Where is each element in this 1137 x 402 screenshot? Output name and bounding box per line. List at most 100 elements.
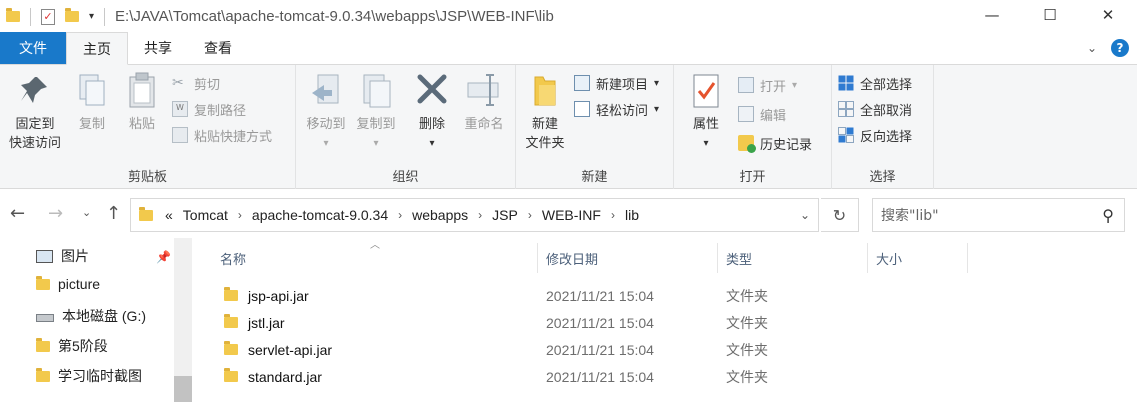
select-none-button[interactable]: 全部取消 bbox=[838, 98, 912, 120]
copy-to-button[interactable]: 复制到 ▾ bbox=[352, 71, 400, 153]
chevron-right-icon[interactable]: › bbox=[398, 208, 402, 222]
breadcrumb-webapps[interactable]: webapps bbox=[412, 207, 468, 223]
tab-home[interactable]: 主页 bbox=[66, 32, 128, 65]
file-name: jsp-api.jar bbox=[248, 287, 309, 304]
chevron-down-icon: ▾ bbox=[654, 77, 660, 89]
column-date[interactable]: 修改日期 bbox=[538, 243, 718, 273]
invert-selection-button[interactable]: 反向选择 bbox=[838, 124, 912, 146]
delete-button[interactable]: 删除 ▾ bbox=[410, 71, 454, 153]
folder-icon bbox=[224, 287, 238, 301]
chevron-right-icon[interactable]: › bbox=[611, 208, 615, 222]
open-group: 属性 ▾ 打开 ▾ 编辑 历史记录 打开 bbox=[674, 65, 832, 189]
column-name[interactable]: 名称 bbox=[212, 243, 538, 273]
navigation-row: ← → ⌄ ↑ « Tomcat › apache-tomcat-9.0.34 … bbox=[0, 195, 1137, 235]
select-group: 全部选择 全部取消 反向选择 选择 bbox=[832, 65, 934, 189]
divider bbox=[30, 7, 31, 26]
pin-to-quick-access-button[interactable]: 固定到 快速访问 bbox=[4, 71, 66, 153]
new-folder-quick-icon[interactable] bbox=[65, 8, 79, 22]
easy-access-icon bbox=[574, 101, 590, 117]
nav-item-screenshots[interactable]: 学习临时截图 bbox=[36, 366, 142, 386]
file-row[interactable]: servlet-api.jar 2021/11/21 15:04 文件夹 bbox=[212, 336, 972, 363]
new-group: 新建 文件夹 新建项目 ▾ 轻松访问 ▾ 新建 bbox=[516, 65, 674, 189]
nav-item-picture[interactable]: picture bbox=[36, 275, 100, 292]
chevron-right-icon[interactable]: › bbox=[238, 208, 242, 222]
chevron-down-icon: ▾ bbox=[323, 138, 329, 149]
move-to-button[interactable]: 移动到 ▾ bbox=[302, 71, 350, 153]
copy-icon bbox=[74, 71, 110, 111]
copy-button[interactable]: 复制 bbox=[72, 71, 112, 134]
breadcrumb-web-inf[interactable]: WEB-INF bbox=[542, 207, 601, 223]
new-item-button[interactable]: 新建项目 ▾ bbox=[574, 72, 659, 94]
properties-quick-icon[interactable]: ✓ bbox=[41, 8, 55, 25]
forward-arrow-icon[interactable]: → bbox=[48, 203, 63, 224]
minimize-button[interactable]: — bbox=[963, 0, 1021, 30]
new-group-label: 新建 bbox=[581, 170, 608, 185]
history-button[interactable]: 历史记录 bbox=[738, 132, 812, 154]
chevron-right-icon[interactable]: › bbox=[528, 208, 532, 222]
tab-share[interactable]: 共享 bbox=[128, 32, 188, 64]
file-row[interactable]: standard.jar 2021/11/21 15:04 文件夹 bbox=[212, 363, 972, 390]
folder-icon bbox=[36, 337, 50, 352]
file-row[interactable]: jsp-api.jar 2021/11/21 15:04 文件夹 bbox=[212, 282, 972, 309]
copy-to-icon bbox=[358, 71, 394, 111]
breadcrumb-tomcat[interactable]: Tomcat bbox=[183, 207, 228, 223]
recent-locations-chevron-icon[interactable]: ⌄ bbox=[82, 206, 91, 219]
pin-icon[interactable]: 📌 bbox=[156, 250, 171, 264]
tab-file[interactable]: 文件 bbox=[0, 32, 66, 64]
chevron-down-icon: ▾ bbox=[792, 79, 798, 91]
select-all-button[interactable]: 全部选择 bbox=[838, 72, 912, 94]
open-icon bbox=[738, 77, 754, 93]
rename-button[interactable]: 重命名 bbox=[458, 71, 510, 134]
invert-selection-icon bbox=[838, 127, 854, 143]
folder-icon bbox=[139, 206, 153, 221]
rename-icon bbox=[466, 71, 502, 111]
help-icon[interactable]: ? bbox=[1111, 39, 1129, 57]
clipboard-group-label: 剪贴板 bbox=[127, 170, 167, 185]
column-size[interactable]: 大小 bbox=[868, 243, 968, 273]
new-folder-button[interactable]: 新建 文件夹 bbox=[520, 71, 570, 153]
refresh-icon[interactable]: ↻ bbox=[821, 198, 859, 232]
expand-ribbon-icon[interactable]: ⌄ bbox=[1087, 41, 1097, 55]
close-button[interactable]: ✕ bbox=[1079, 0, 1137, 30]
clipboard-group: 固定到 快速访问 复制 粘贴 ✂ 剪切 W 复制路径 粘贴快捷方式 剪贴板 bbox=[0, 65, 296, 189]
select-all-icon bbox=[838, 75, 854, 91]
column-type[interactable]: 类型 bbox=[718, 243, 868, 273]
properties-button[interactable]: 属性 ▾ bbox=[682, 71, 730, 153]
cut-button[interactable]: ✂ 剪切 bbox=[172, 72, 220, 94]
paste-shortcut-button[interactable]: 粘贴快捷方式 bbox=[172, 124, 272, 146]
select-none-icon bbox=[838, 101, 854, 117]
window-title: E:\JAVA\Tomcat\apache-tomcat-9.0.34\weba… bbox=[115, 8, 554, 25]
tab-view[interactable]: 查看 bbox=[188, 32, 248, 64]
copy-path-button[interactable]: W 复制路径 bbox=[172, 98, 246, 120]
nav-item-pictures[interactable]: 图片 bbox=[36, 246, 89, 266]
easy-access-button[interactable]: 轻松访问 ▾ bbox=[574, 98, 659, 120]
nav-item-drive-g[interactable]: 本地磁盘 (G:) bbox=[36, 306, 146, 326]
edit-button[interactable]: 编辑 bbox=[738, 103, 786, 125]
search-input[interactable]: 搜索"lib" ⚲ bbox=[872, 198, 1125, 232]
paste-icon bbox=[124, 71, 160, 111]
address-bar[interactable]: « Tomcat › apache-tomcat-9.0.34 › webapp… bbox=[130, 198, 819, 232]
breadcrumb-jsp[interactable]: JSP bbox=[492, 207, 518, 223]
address-dropdown-icon[interactable]: ⌄ bbox=[790, 198, 820, 232]
ribbon-tabs: 文件 主页 共享 查看 ⌄ ? bbox=[0, 32, 1137, 65]
pin-label-1: 固定到 bbox=[15, 117, 55, 132]
nav-scrollbar-thumb[interactable] bbox=[174, 376, 192, 402]
file-row[interactable]: jstl.jar 2021/11/21 15:04 文件夹 bbox=[212, 309, 972, 336]
breadcrumb-lib[interactable]: lib bbox=[625, 207, 639, 223]
chevron-right-icon[interactable]: › bbox=[478, 208, 482, 222]
pin-label-2: 快速访问 bbox=[8, 136, 61, 151]
paste-button[interactable]: 粘贴 bbox=[120, 71, 164, 134]
file-date: 2021/11/21 15:04 bbox=[546, 341, 654, 358]
up-arrow-icon[interactable]: ↑ bbox=[106, 203, 121, 224]
breadcrumb-overflow[interactable]: « bbox=[165, 207, 173, 223]
breadcrumb-apache-tomcat[interactable]: apache-tomcat-9.0.34 bbox=[252, 207, 388, 223]
maximize-button[interactable]: ☐ bbox=[1021, 0, 1079, 30]
open-button[interactable]: 打开 ▾ bbox=[738, 74, 797, 96]
paste-shortcut-icon bbox=[172, 127, 188, 143]
back-arrow-icon[interactable]: ← bbox=[10, 203, 25, 224]
file-name: jstl.jar bbox=[248, 314, 285, 331]
chevron-down-icon: ▾ bbox=[654, 103, 660, 115]
nav-item-stage5[interactable]: 第5阶段 bbox=[36, 336, 108, 356]
customize-toolbar-dropdown-icon[interactable]: ▾ bbox=[89, 11, 94, 22]
move-to-icon bbox=[308, 71, 344, 111]
